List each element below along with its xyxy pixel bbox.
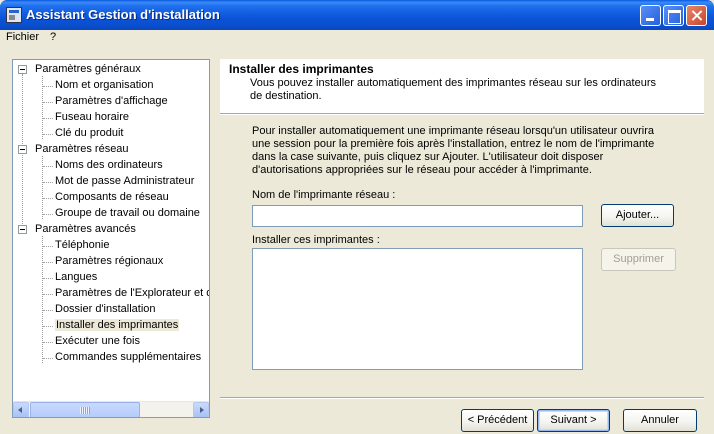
minimize-button[interactable] [640,5,661,26]
app-icon [6,7,22,23]
printer-name-label: Nom de l'imprimante réseau : [252,189,396,201]
collapse-icon[interactable] [18,65,27,74]
maximize-button[interactable] [663,5,684,26]
add-button[interactable]: Ajouter... [601,204,674,227]
tree-item[interactable]: Dossier d'installation [55,302,156,318]
tree-item[interactable]: Mot de passe Administrateur [55,174,194,190]
horizontal-scrollbar[interactable] [13,401,209,417]
cancel-button[interactable]: Annuler [623,409,697,432]
instructions-text: Pour installer automatiquement une impri… [252,125,655,176]
remove-button[interactable]: Supprimer [601,248,676,271]
tree-item[interactable]: Téléphonie [55,238,109,254]
menu-fichier[interactable]: Fichier [6,31,39,43]
next-button[interactable]: Suivant > [537,409,610,432]
menu-bar: Fichier ? [0,30,714,46]
scroll-left-icon[interactable] [13,402,29,417]
tree-line [42,236,43,363]
tree-group-label: Paramètres avancés [35,223,136,235]
tree-item[interactable]: Langues [55,270,97,286]
grip-icon [80,407,90,414]
page-title: Installer des imprimantes [229,62,374,76]
tree-item-selected[interactable]: Installer des imprimantes [55,318,180,334]
title-bar: Assistant Gestion d'installation [0,0,714,30]
tree-item[interactable]: Composants de réseau [55,190,169,206]
collapse-icon[interactable] [18,225,27,234]
tree-group-label: Paramètres généraux [35,63,141,75]
back-button[interactable]: < Précédent [461,409,534,432]
printer-name-input[interactable] [252,205,583,227]
tree-item[interactable]: Exécuter une fois [55,334,140,350]
window-title: Assistant Gestion d'installation [26,7,220,22]
tree-item[interactable]: Paramètres régionaux [55,254,163,270]
page-header: Installer des imprimantes Vous pouvez in… [220,59,704,113]
tree-item[interactable]: Noms des ordinateurs [55,158,163,174]
page-subtitle: Vous pouvez installer automatiquement de… [250,77,656,102]
header-divider [220,113,704,115]
collapse-icon[interactable] [18,145,27,154]
tree-item-label: Installer des imprimantes [55,319,180,331]
close-button[interactable] [686,5,707,26]
printers-listbox[interactable] [252,248,583,370]
tree-group-label: Paramètres réseau [35,143,129,155]
navigation-tree[interactable]: Paramètres généraux Nom et organisation … [12,59,210,418]
tree-item[interactable]: Groupe de travail ou domaine [55,206,200,222]
scrollbar-thumb[interactable] [30,402,140,417]
tree-item[interactable]: Paramètres de l'Explorateur et de [55,286,209,302]
tree-item[interactable]: Fuseau horaire [55,110,129,126]
install-list-label: Installer ces imprimantes : [252,234,380,246]
tree-item[interactable]: Paramètres d'affichage [55,94,168,110]
scroll-right-icon[interactable] [193,402,209,417]
menu-help[interactable]: ? [50,31,56,43]
tree-item[interactable]: Clé du produit [55,126,124,142]
tree-item[interactable]: Commandes supplémentaires [55,350,201,366]
footer-divider [220,397,704,399]
tree-item[interactable]: Nom et organisation [55,78,153,94]
